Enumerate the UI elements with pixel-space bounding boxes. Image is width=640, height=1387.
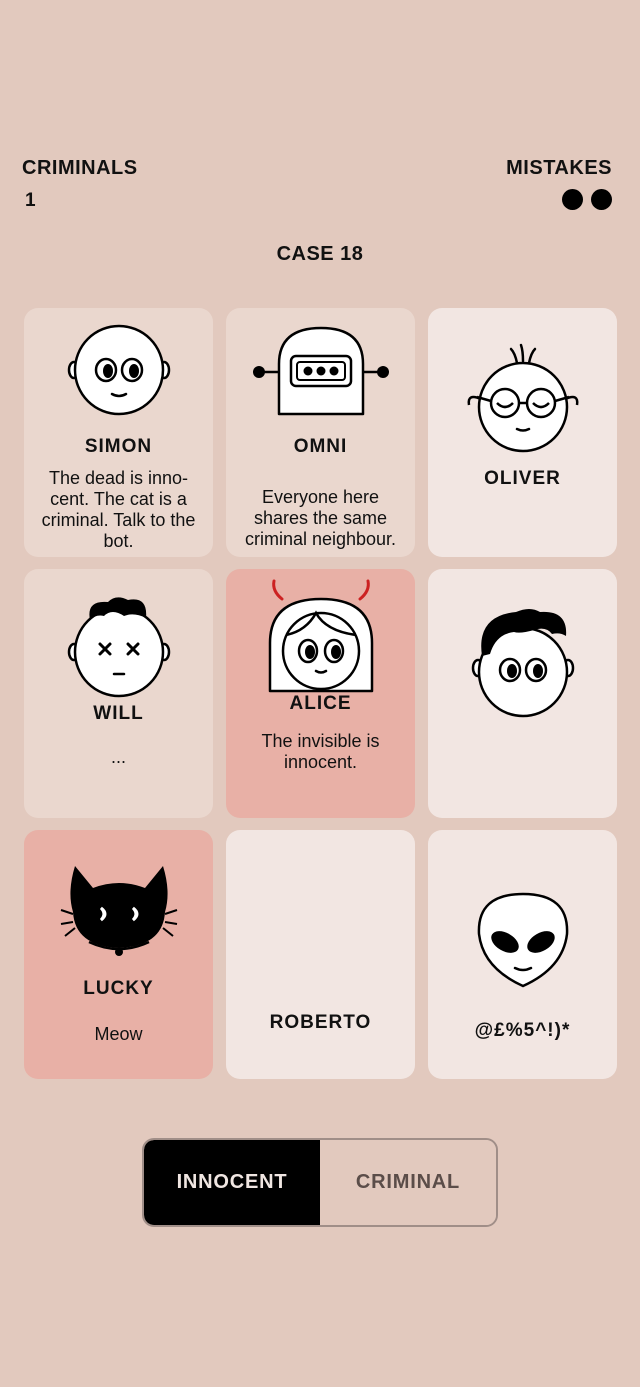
cat-icon (49, 858, 189, 966)
robot-icon (251, 318, 391, 426)
card-omni[interactable]: OMNI Everyone here shares the same crimi… (226, 308, 415, 557)
glasses-face-icon (453, 343, 593, 453)
suspect-name: LUCKY (83, 978, 154, 999)
suspect-name: OMNI (293, 436, 348, 457)
suspect-name: SIMON (84, 436, 153, 457)
suspect-hint: Everyone here shares the same criminal n… (244, 487, 397, 549)
suspect-hint: ... (110, 747, 126, 767)
card-alien[interactable]: @£%5^!)* (428, 830, 617, 1079)
innocent-button[interactable]: INNOCENT (144, 1140, 320, 1225)
suspect-name: OLIVER (484, 468, 561, 489)
suspect-hint: Meow (94, 1024, 143, 1044)
suspect-grid: SIMON The dead is inno-cent. The cat is … (24, 308, 617, 1079)
alien-icon (453, 886, 593, 994)
suspect-name: @£%5^!)* (474, 1020, 571, 1041)
suspect-hint: The invisible is innocent. (261, 731, 380, 772)
suspect-name: ROBERTO (269, 1012, 372, 1033)
criminals-count: 1 (25, 190, 36, 211)
card-alice[interactable]: ALICE The invisible is innocent. (226, 569, 415, 818)
card-simon[interactable]: SIMON The dead is inno-cent. The cat is … (24, 308, 213, 557)
mistake-dot (591, 189, 612, 210)
card-will[interactable]: WILL ... (24, 569, 213, 818)
criminals-label: CRIMINALS (22, 157, 138, 179)
card-roberto[interactable]: ROBERTO (226, 830, 415, 1079)
suspect-name: WILL (93, 703, 144, 724)
mistakes-label: MISTAKES (506, 157, 612, 179)
case-title: CASE 18 (276, 243, 364, 265)
card-unknown-boy[interactable] (428, 569, 617, 818)
card-lucky[interactable]: LUCKY Meow (24, 830, 213, 1079)
criminal-button[interactable]: CRIMINAL (320, 1140, 496, 1225)
suspect-name: ALICE (289, 693, 352, 714)
boy-face-icon (453, 608, 593, 717)
suspect-hint: The dead is inno-cent. The cat is a crim… (41, 468, 196, 551)
mistake-dot (562, 189, 583, 210)
dead-face-icon (49, 591, 189, 699)
mistakes-dots (506, 189, 612, 210)
criminals-stat: CRIMINALS 1 (22, 157, 138, 212)
mistakes-stat: MISTAKES (506, 157, 612, 210)
devil-girl-icon (251, 579, 391, 693)
card-oliver[interactable]: OLIVER (428, 308, 617, 557)
face-icon (49, 318, 189, 426)
verdict-toggle: INNOCENT CRIMINAL (142, 1138, 498, 1227)
